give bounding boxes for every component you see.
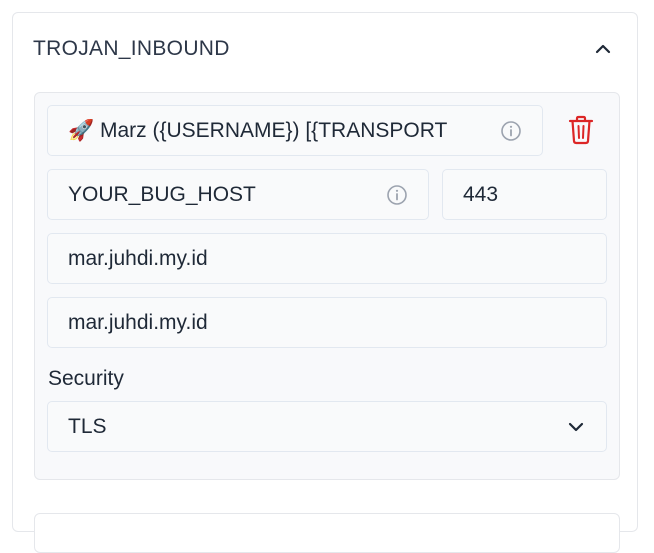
- info-icon[interactable]: [500, 120, 522, 142]
- chevron-down-icon: [566, 417, 586, 437]
- remark-field[interactable]: 🚀 Marz ({USERNAME}) [{TRANSPORT: [47, 105, 543, 156]
- trash-icon: [568, 115, 594, 150]
- info-icon[interactable]: [386, 184, 408, 206]
- address-value: YOUR_BUG_HOST: [68, 182, 256, 206]
- security-label: Security: [48, 367, 124, 390]
- sni-value: mar.juhdi.my.id: [68, 246, 208, 270]
- port-field[interactable]: 443: [442, 169, 607, 220]
- delete-host-button[interactable]: [568, 115, 594, 150]
- inbound-section-header[interactable]: TROJAN_INBOUND: [13, 13, 637, 85]
- sni-field[interactable]: mar.juhdi.my.id: [47, 233, 607, 284]
- next-host-panel: [34, 513, 620, 553]
- host-header-value: mar.juhdi.my.id: [68, 310, 208, 334]
- inbound-card: TROJAN_INBOUND 🚀 Marz ({USERNAME}) [{TRA…: [12, 12, 638, 553]
- host-panel: 🚀 Marz ({USERNAME}) [{TRANSPORT YOUR_BUG…: [34, 92, 620, 480]
- remark-value: 🚀 Marz ({USERNAME}) [{TRANSPORT: [68, 118, 448, 142]
- inbound-title: TROJAN_INBOUND: [33, 37, 230, 60]
- security-select[interactable]: TLS: [47, 401, 607, 452]
- port-value: 443: [463, 182, 499, 206]
- address-field[interactable]: YOUR_BUG_HOST: [47, 169, 429, 220]
- chevron-up-icon[interactable]: [593, 39, 613, 59]
- host-header-field[interactable]: mar.juhdi.my.id: [47, 297, 607, 348]
- security-value: TLS: [68, 414, 107, 438]
